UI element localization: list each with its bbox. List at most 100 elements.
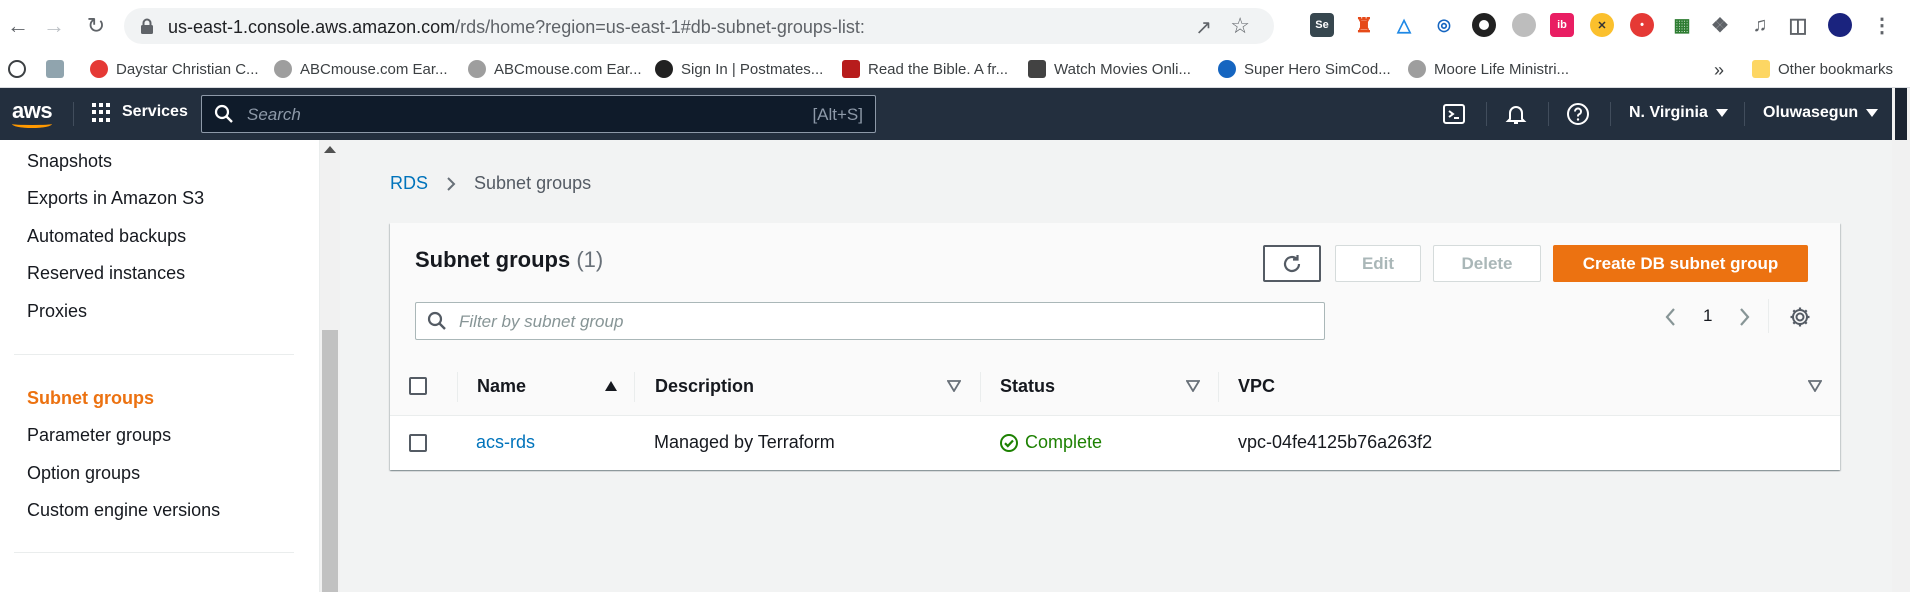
extension-icon[interactable]: ◎ [1432, 13, 1456, 37]
share-icon[interactable]: ↗ [1195, 15, 1212, 40]
column-divider [457, 372, 458, 402]
account-menu[interactable]: Oluwasegun [1763, 104, 1879, 122]
cloudshell-icon[interactable] [1442, 102, 1466, 126]
subnet-groups-panel: Subnet groups (1) Edit Delete Create DB … [390, 223, 1840, 470]
caret-down-icon [1715, 109, 1728, 117]
extensions-puzzle-icon[interactable]: ❖ [1708, 13, 1732, 37]
media-control-icon[interactable]: ♫ [1748, 13, 1772, 37]
column-header-name[interactable]: Name [477, 376, 526, 397]
column-header-description[interactable]: Description [655, 376, 754, 397]
search-input[interactable]: Search [Alt+S] [201, 95, 876, 133]
table-row[interactable]: acs-rds Managed by Terraform Complete vp… [390, 416, 1840, 470]
bookmark-item[interactable]: Super Hero SimCod... [1218, 60, 1391, 78]
bookmark-item[interactable]: Moore Life Ministri... [1408, 60, 1569, 78]
search-icon [427, 311, 446, 330]
sidebar-item-proxies[interactable]: Proxies [27, 301, 87, 322]
sidebar-scrollbar[interactable] [320, 140, 340, 592]
sidebar-item-reserved-instances[interactable]: Reserved instances [27, 263, 185, 284]
extension-icon[interactable] [1472, 13, 1496, 37]
filter-input[interactable]: Filter by subnet group [415, 302, 1325, 340]
services-menu[interactable]: Services [92, 102, 188, 122]
region-selector[interactable]: N. Virginia [1629, 104, 1728, 122]
select-all-checkbox[interactable] [409, 377, 427, 395]
notifications-bell-icon[interactable] [1504, 102, 1528, 126]
extension-icon[interactable]: △ [1392, 13, 1416, 37]
sidebar-item-option-groups[interactable]: Option groups [27, 463, 140, 484]
bookmark-favicon-icon [468, 60, 486, 78]
delete-button[interactable]: Delete [1433, 245, 1541, 282]
bookmark-icon[interactable] [46, 60, 64, 78]
forward-icon[interactable]: → [40, 12, 68, 40]
back-icon[interactable]: ← [4, 12, 32, 40]
bookmark-item[interactable]: Watch Movies Onli... [1028, 60, 1191, 78]
bookmark-item[interactable]: ABCmouse.com Ear... [468, 60, 642, 78]
breadcrumb: RDS Subnet groups [390, 173, 591, 194]
address-bar[interactable]: us-east-1.console.aws.amazon.com/rds/hom… [124, 8, 1274, 44]
extension-icon[interactable]: ib [1550, 13, 1574, 37]
help-icon[interactable] [1566, 102, 1590, 126]
column-header-status[interactable]: Status [1000, 376, 1055, 397]
refresh-icon [1283, 254, 1301, 272]
create-db-subnet-group-button[interactable]: Create DB subnet group [1553, 245, 1808, 282]
extension-icon[interactable]: ▦ [1670, 13, 1694, 37]
vpc-id: vpc-04fe4125b76a263f2 [1238, 432, 1433, 452]
nav-divider [1486, 102, 1487, 126]
bookmark-item[interactable]: Sign In | Postmates... [655, 60, 823, 78]
other-bookmarks[interactable]: Other bookmarks [1752, 60, 1893, 78]
page-scrollbar[interactable] [1892, 88, 1910, 592]
sidebar-item-exports-s3[interactable]: Exports in Amazon S3 [27, 188, 204, 209]
filter-placeholder: Filter by subnet group [459, 312, 624, 331]
bookmark-item[interactable]: Read the Bible. A fr... [842, 60, 1008, 78]
column-header-vpc[interactable]: VPC [1238, 376, 1275, 397]
bookmark-item[interactable]: ABCmouse.com Ear... [274, 60, 448, 78]
scrollbar-thumb[interactable] [1895, 88, 1907, 140]
edit-button[interactable]: Edit [1335, 245, 1421, 282]
sort-icon[interactable] [1186, 380, 1200, 392]
breadcrumb-rds[interactable]: RDS [390, 173, 428, 194]
column-divider [1218, 372, 1219, 402]
subnet-group-name-link[interactable]: acs-rds [476, 432, 535, 453]
check-circle-icon [1000, 433, 1018, 452]
extension-icon[interactable]: ✕ [1590, 13, 1614, 37]
sidebar-item-subnet-groups[interactable]: Subnet groups [27, 388, 154, 409]
bookmark-favicon-icon [1218, 60, 1236, 78]
sidebar-divider [14, 552, 294, 553]
chevron-right-icon[interactable] [1739, 307, 1751, 327]
sidebar-item-snapshots[interactable]: Snapshots [27, 151, 112, 172]
bookmark-star-icon[interactable]: ☆ [1230, 13, 1250, 39]
bookmark-favicon-icon [655, 60, 673, 78]
column-divider [634, 372, 635, 402]
reload-icon[interactable]: ↻ [82, 12, 110, 40]
page-number[interactable]: 1 [1703, 306, 1712, 326]
sidebar-item-automated-backups[interactable]: Automated backups [27, 226, 186, 247]
bookmark-item[interactable]: Daystar Christian C... [90, 60, 259, 78]
aws-smile-icon [12, 120, 52, 128]
gear-icon[interactable] [1789, 306, 1811, 328]
search-icon [214, 104, 233, 123]
apps-icon[interactable] [8, 60, 26, 78]
panel-header: Subnet groups (1) Edit Delete Create DB … [390, 223, 1840, 358]
extension-icon[interactable] [1512, 13, 1536, 37]
chevron-left-icon[interactable] [1664, 307, 1676, 327]
selenium-extension-icon[interactable]: Se [1310, 13, 1334, 37]
extension-icon[interactable]: • [1630, 13, 1654, 37]
bookmarks-overflow-icon[interactable]: » [1714, 60, 1724, 81]
browser-menu-icon[interactable]: ⋮ [1870, 13, 1894, 37]
sidebar-item-parameter-groups[interactable]: Parameter groups [27, 425, 171, 446]
browser-toolbar: ← → ↻ us-east-1.console.aws.amazon.com/r… [0, 0, 1910, 52]
refresh-button[interactable] [1263, 245, 1321, 282]
scroll-up-icon[interactable] [324, 146, 336, 153]
extension-icon[interactable]: ♜ [1352, 13, 1376, 37]
scrollbar-thumb[interactable] [322, 330, 338, 592]
profile-avatar[interactable] [1828, 13, 1852, 37]
search-shortcut: [Alt+S] [812, 105, 863, 124]
sort-icon[interactable] [1808, 380, 1822, 392]
nav-divider [1548, 102, 1549, 126]
table-header: Name Description Status VPC [390, 358, 1840, 416]
side-panel-icon[interactable]: ◫ [1786, 13, 1810, 37]
bookmark-favicon-icon [1408, 60, 1426, 78]
row-checkbox[interactable] [409, 434, 427, 452]
sort-ascending-icon[interactable] [604, 380, 618, 392]
sort-icon[interactable] [947, 380, 961, 392]
sidebar-item-custom-engine-versions[interactable]: Custom engine versions [27, 500, 220, 521]
